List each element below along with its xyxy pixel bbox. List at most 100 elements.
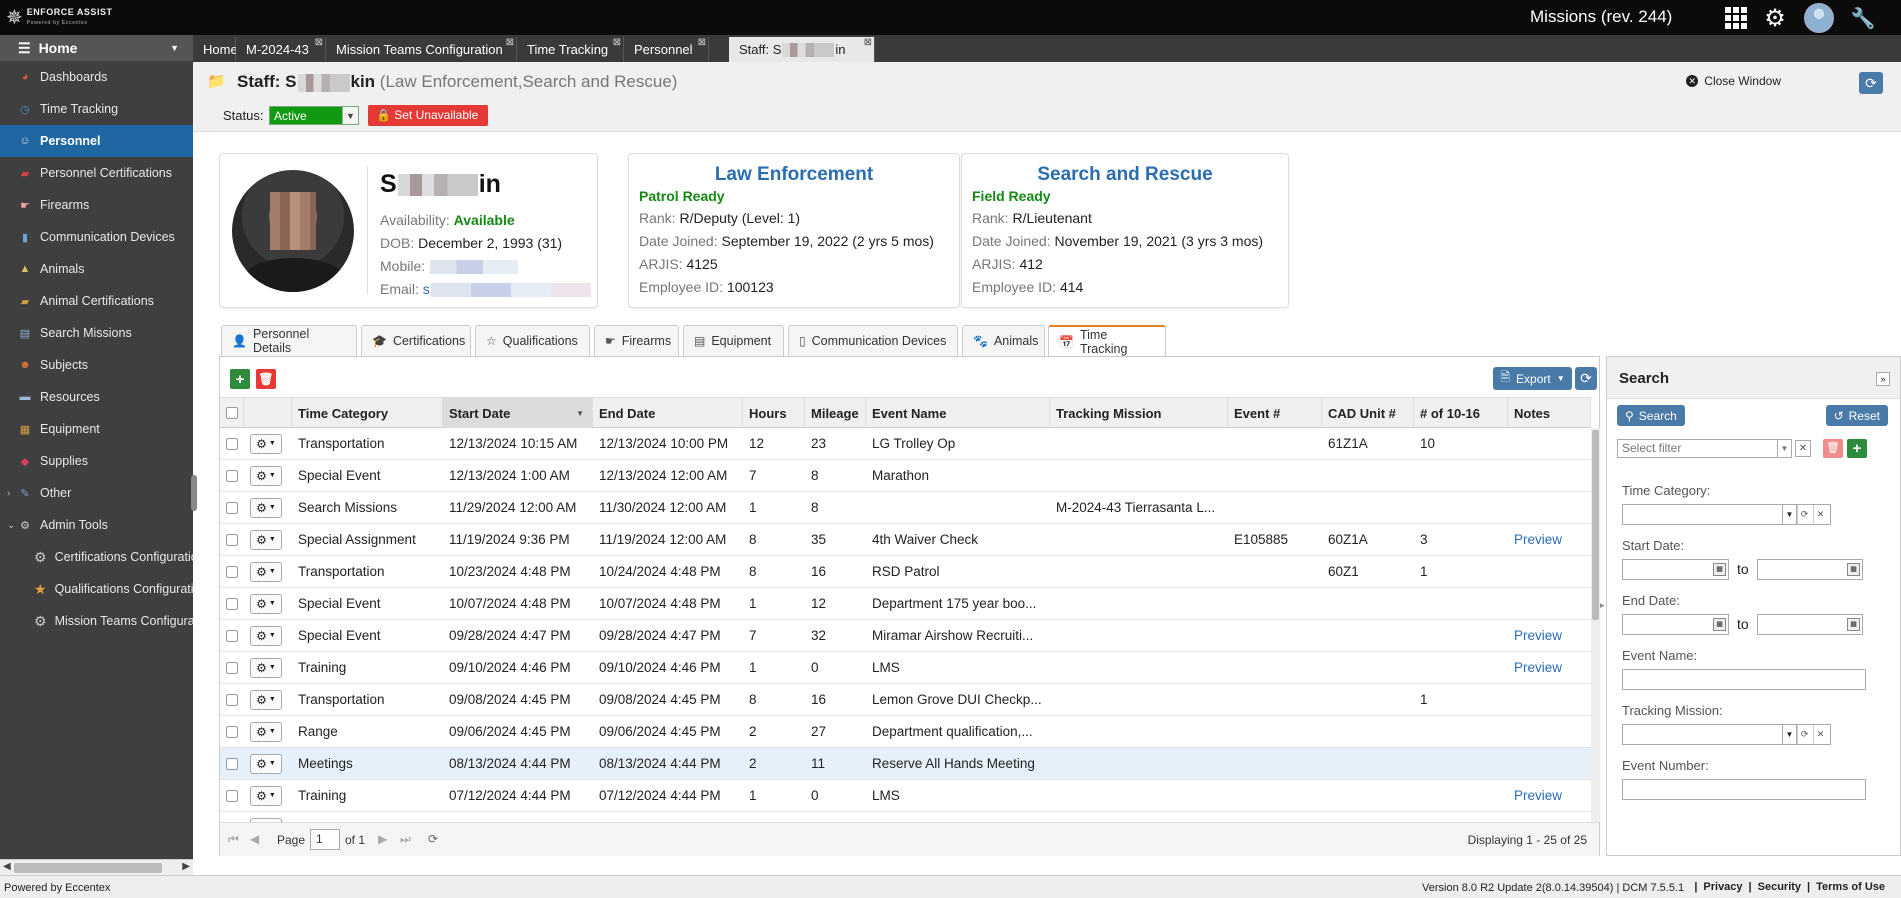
close-icon[interactable]: ⊠ xyxy=(506,37,514,48)
wrench-icon[interactable]: 🔧 xyxy=(1851,4,1876,32)
collapse-icon[interactable]: » xyxy=(1876,372,1890,386)
clear-icon[interactable]: ✕ xyxy=(1813,725,1827,744)
end-date-from[interactable]: ▦ xyxy=(1622,614,1729,635)
table-row[interactable]: ⚙ ▼ Transportation 10/23/2024 4:48 PM 10/24/… xyxy=(220,556,1591,588)
table-row[interactable]: ⚙ ▼ Training 09/10/2024 4:46 PM 09/10/2024 4… xyxy=(220,652,1591,684)
refresh-icon[interactable]: ⟳ xyxy=(1797,505,1811,524)
sidebar-collapse-handle[interactable] xyxy=(191,475,197,511)
sidebar-item-animal-certifications[interactable]: ▰ Animal Certifications xyxy=(0,285,193,317)
row-checkbox[interactable] xyxy=(220,812,244,822)
add-button[interactable]: + xyxy=(230,369,250,389)
start-date-from[interactable]: ▦ xyxy=(1622,559,1729,580)
chevron-down-icon[interactable]: ▼ xyxy=(342,107,358,124)
column-header-hours[interactable]: Hours xyxy=(743,398,805,428)
scroll-left-icon[interactable]: ◀ xyxy=(3,861,11,872)
chevron-down-icon[interactable]: ▼ xyxy=(1782,505,1796,524)
table-row[interactable]: ⚙ ▼ Transportation 09/08/2024 4:45 PM 09/08/… xyxy=(220,684,1591,716)
refresh-button[interactable]: ⟳ xyxy=(1859,72,1883,94)
row-actions-button[interactable]: ⚙▼ xyxy=(250,657,282,678)
calendar-icon[interactable]: ▦ xyxy=(1713,618,1726,631)
tab-personnel-details[interactable]: 👤 Personnel Details xyxy=(221,325,357,356)
tab-home[interactable]: Home xyxy=(193,37,238,62)
sidebar-item-personnel-certifications[interactable]: ▰ Personnel Certifications xyxy=(0,157,193,189)
table-row[interactable]: ⚙ ▼ Special Event 09/28/2024 4:47 PM 09/28/2… xyxy=(220,620,1591,652)
sidebar-item-subjects[interactable]: ☻ Subjects xyxy=(0,349,193,381)
first-page-icon[interactable]: ⏮ xyxy=(228,832,239,847)
sidebar-subitem-qualifications-configurati[interactable]: ★ Qualifications Configurati xyxy=(0,573,193,605)
table-row[interactable]: ⚙ ▼ Range 09/06/2024 4:45 PM 09/06/2024 4:45… xyxy=(220,716,1591,748)
chevron-right-icon[interactable]: › xyxy=(7,488,10,499)
row-checkbox[interactable] xyxy=(220,492,244,523)
row-actions-button[interactable]: ⚙▼ xyxy=(250,433,282,454)
row-actions-button[interactable]: ⚙▼ xyxy=(250,689,282,710)
tab-mission[interactable]: M-2024-43 ⊠ xyxy=(236,37,326,62)
sidebar-subitem-mission-teams-configurat[interactable]: ⚙ Mission Teams Configurat xyxy=(0,605,193,637)
table-row[interactable]: ⚙ ▼ Transportation 12/13/2024 10:15 AM 12/13… xyxy=(220,428,1591,460)
tab-time-tracking[interactable]: 📅 Time Tracking xyxy=(1048,325,1166,357)
table-row[interactable]: ⚙ ▼ Special Event 10/07/2024 4:48 PM 10/07/2… xyxy=(220,588,1591,620)
row-checkbox[interactable] xyxy=(220,556,244,587)
scroll-thumb[interactable] xyxy=(1592,430,1599,620)
row-checkbox[interactable] xyxy=(220,588,244,619)
row-checkbox[interactable] xyxy=(220,620,244,651)
avatar[interactable] xyxy=(1804,3,1834,33)
tab-time-tracking[interactable]: Time Tracking ⊠ xyxy=(517,37,624,62)
chevron-down-icon[interactable]: ⌄ xyxy=(7,520,15,531)
sidebar-item-animals[interactable]: ▲ Animals xyxy=(0,253,193,285)
start-date-to[interactable]: ▦ xyxy=(1757,559,1863,580)
table-row[interactable]: ⚙▼Training07/12/2024 4:43 PM07/12/2024 4… xyxy=(220,812,1591,822)
column-header-start-date[interactable]: Start Date ▼ xyxy=(443,398,593,428)
next-page-icon[interactable]: ▶ xyxy=(378,832,387,846)
grid-refresh-button[interactable]: ⟳ xyxy=(1575,367,1597,390)
calendar-icon[interactable]: ▦ xyxy=(1847,618,1860,631)
clear-icon[interactable]: ✕ xyxy=(1813,505,1827,524)
column-header-mileage[interactable]: Mileage xyxy=(805,398,866,428)
sidebar-item-admin-tools[interactable]: ⌄ ⚙ Admin Tools xyxy=(0,509,193,541)
tab-equipment[interactable]: ▤ Equipment xyxy=(683,325,784,356)
sidebar-scrollbar[interactable]: ◀ ▶ xyxy=(0,859,193,875)
row-checkbox[interactable] xyxy=(220,780,244,811)
sidebar-item-time-tracking[interactable]: ◷ Time Tracking xyxy=(0,93,193,125)
row-actions-button[interactable]: ⚙▼ xyxy=(250,497,282,518)
tab-certifications[interactable]: 🎓 Certifications xyxy=(361,325,471,356)
terms-link[interactable]: Terms of Use xyxy=(1816,881,1885,893)
reset-button[interactable]: ↺ Reset xyxy=(1825,405,1888,426)
refresh-icon[interactable]: ⟳ xyxy=(428,832,438,846)
close-icon[interactable]: ⊠ xyxy=(864,37,872,48)
column-header-notes[interactable]: Notes xyxy=(1508,398,1591,428)
select-all-checkbox[interactable] xyxy=(220,398,244,428)
delete-button[interactable]: 🗑 xyxy=(256,369,276,389)
tab-staff[interactable]: Staff: S in ⊠ xyxy=(729,37,875,62)
column-header-end-date[interactable]: End Date xyxy=(593,398,743,428)
add-filter-button[interactable]: + xyxy=(1847,439,1867,458)
privacy-link[interactable]: Privacy xyxy=(1703,881,1742,893)
page-input[interactable]: 1 xyxy=(310,829,340,850)
close-icon[interactable]: ⊠ xyxy=(315,37,323,48)
row-checkbox[interactable] xyxy=(220,652,244,683)
row-actions-button[interactable]: ⚙▼ xyxy=(250,625,282,646)
row-actions-button[interactable]: ⚙▼ xyxy=(250,721,282,742)
filter-select[interactable]: Select filter ▼ xyxy=(1617,439,1792,458)
grid-scrollbar[interactable] xyxy=(1591,428,1600,822)
column-header-tracking-mission[interactable]: Tracking Mission xyxy=(1050,398,1228,428)
time-category-select[interactable]: ▼ xyxy=(1622,504,1797,525)
tracking-mission-select[interactable]: ▼ xyxy=(1622,724,1797,745)
scroll-right-icon[interactable]: ▶ xyxy=(182,861,190,872)
sidebar-subitem-certifications-configuratio[interactable]: ⚙ Certifications Configuratio xyxy=(0,541,193,573)
calendar-icon[interactable]: ▦ xyxy=(1847,563,1860,576)
sidebar-item-search-missions[interactable]: ▤ Search Missions xyxy=(0,317,193,349)
email-prefix[interactable]: s xyxy=(423,281,430,297)
sidebar-item-communication-devices[interactable]: ▮ Communication Devices xyxy=(0,221,193,253)
table-row[interactable]: ⚙ ▼ Search Missions 11/29/2024 12:00 AM 11/3… xyxy=(220,492,1591,524)
status-select[interactable]: Active ▼ xyxy=(269,106,359,125)
close-icon[interactable]: ⊠ xyxy=(613,37,621,48)
tab-qualifications[interactable]: ☆ Qualifications xyxy=(475,325,590,356)
column-header-cad-unit-[interactable]: CAD Unit # xyxy=(1322,398,1414,428)
event-name-input[interactable] xyxy=(1622,669,1866,690)
chevron-down-icon[interactable]: ▼ xyxy=(1777,440,1791,457)
last-page-icon[interactable]: ⏭ xyxy=(400,832,411,847)
preview-link[interactable]: Preview xyxy=(1508,652,1591,683)
row-checkbox[interactable] xyxy=(220,460,244,491)
row-actions-button[interactable]: ⚙▼ xyxy=(250,465,282,486)
event-number-input[interactable] xyxy=(1622,779,1866,800)
